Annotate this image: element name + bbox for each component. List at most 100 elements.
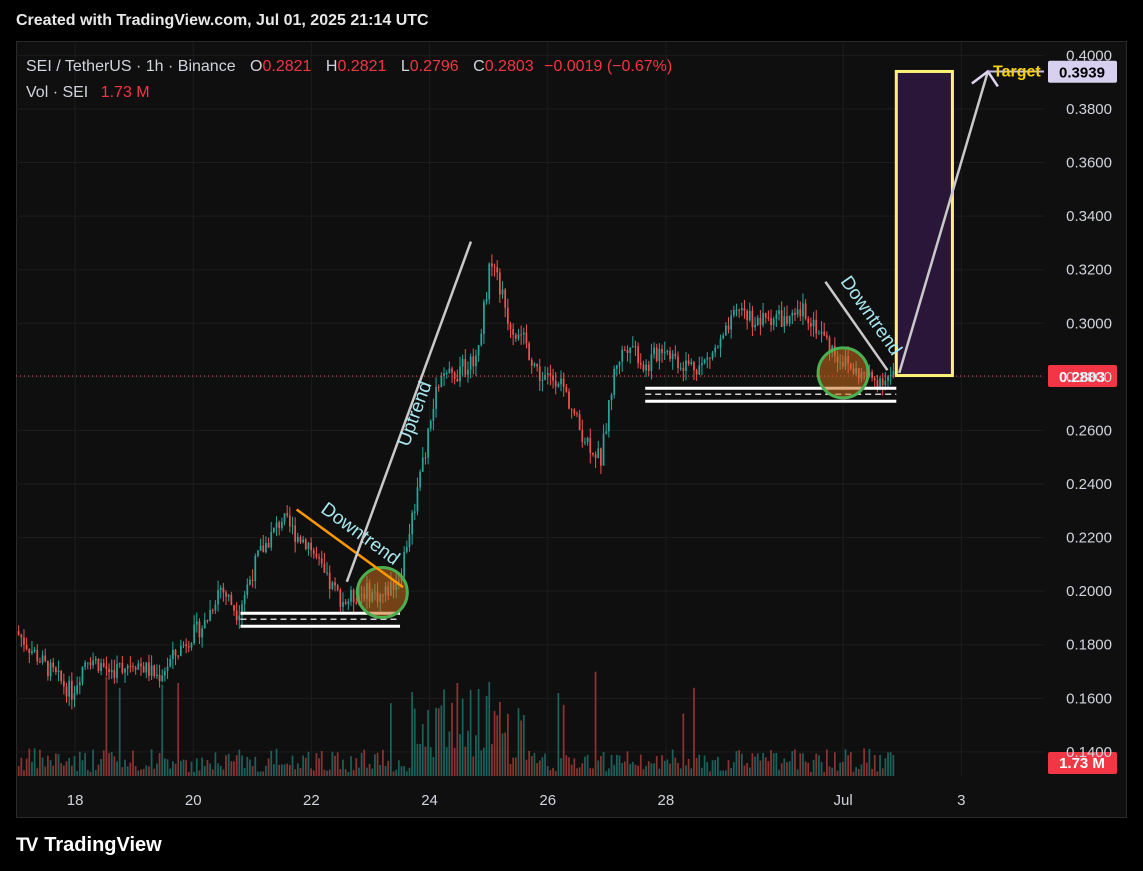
candle-body [887,376,889,381]
volume-bar [41,757,44,776]
candle-body [679,367,682,369]
volume-bar [371,768,374,776]
volume-bar [857,769,860,776]
volume-bar [206,760,209,776]
volume-bar [860,764,863,776]
volume-bar [174,763,177,776]
volume-bar [706,761,709,776]
volume-bar [294,769,297,776]
legend-open-value: 0.2821 [262,58,312,75]
candle-body [496,267,499,273]
candle-body [222,587,225,593]
volume-bar [280,764,283,776]
candle-body [150,665,153,676]
volume-bar [241,755,243,776]
candle-body [762,313,764,325]
volume-bar [243,767,246,776]
x-tick-label: 26 [539,792,556,809]
volume-bar [92,749,94,776]
volume-bar [799,753,802,776]
brand[interactable]: TV TradingView [16,834,162,857]
candle-body [28,648,31,654]
candle-body [280,521,283,529]
candle-body [448,368,451,373]
candle-body [666,350,669,353]
volume-bar [323,769,326,776]
candle-body [499,272,501,295]
candle-body [778,310,780,315]
candle-body [820,331,823,334]
candle-body [703,359,706,363]
candle-body [187,646,190,648]
candle-body [541,380,544,382]
volume-bar [25,758,28,776]
candle-body [892,370,895,376]
volume-bar [477,689,480,776]
volume-bar [416,743,419,776]
volume-bar [658,768,661,776]
legend-high-value: 0.2821 [337,58,387,75]
candle-body [219,587,222,590]
candle-body [156,674,158,677]
volume-bar [826,749,828,776]
legend-low-label: L [400,58,410,75]
volume-bar [509,763,512,776]
candle-body [483,301,485,334]
candle-body [602,433,605,466]
candle-body [20,634,23,638]
volume-bar [267,758,270,776]
volume-bar [884,758,887,776]
candle-body [727,325,730,330]
legend-open-label: O [250,58,263,75]
chart-svg[interactable]: DowntrendUptrendDowntrendTarget 0.39390.2… [0,0,1143,871]
volume-bar [166,759,169,776]
candle-body [735,309,738,311]
target-label: Target [993,63,1041,80]
volume-bar [868,748,871,776]
candle-body [605,431,608,434]
volume-bar [653,763,655,776]
volume-bar [472,756,475,776]
candle-body [493,266,496,268]
volume-bar [235,755,238,776]
volume-bar [522,715,525,776]
candle-body [565,386,568,392]
candle-body [429,420,432,429]
candle-body [658,349,661,361]
candle-body [451,368,453,373]
volume-bar [78,751,81,776]
legend-ohlc-row: SEI / TetherUS · 1h · Binance O0.2821 H0… [26,54,672,80]
candle-body [783,316,786,327]
candle-body [706,357,709,360]
candle-body [81,666,84,683]
legend-symbol[interactable]: SEI / TetherUS · 1h · Binance [26,58,236,75]
volume-bar [121,767,124,776]
volume-bar [764,757,767,776]
volume-bar [714,759,717,776]
legend-volume-label[interactable]: Vol · SEI [26,84,88,101]
candle-body [44,655,47,661]
candle-body [570,408,573,410]
candle-body [259,545,262,551]
volume-bar [536,763,538,776]
candle-body [254,555,257,581]
candle-body [419,471,421,488]
candle-body [610,394,613,401]
candle-body [283,513,286,522]
volume-bar [273,764,275,776]
volume-bar [600,756,602,776]
candle-body [889,375,892,377]
candle-body [653,347,655,355]
brand-name: TradingView [44,834,162,856]
y-tick-label: 0.2800 [1066,369,1112,386]
volume-bar [693,687,695,776]
volume-bar [328,769,331,776]
volume-bar [445,747,448,776]
volume-bar [796,769,799,776]
candle-body [408,534,411,548]
candle-body [344,602,347,604]
candle-body [161,675,164,682]
volume-bar [756,753,759,776]
volume-bar [368,763,371,776]
volume-bar [719,770,722,776]
